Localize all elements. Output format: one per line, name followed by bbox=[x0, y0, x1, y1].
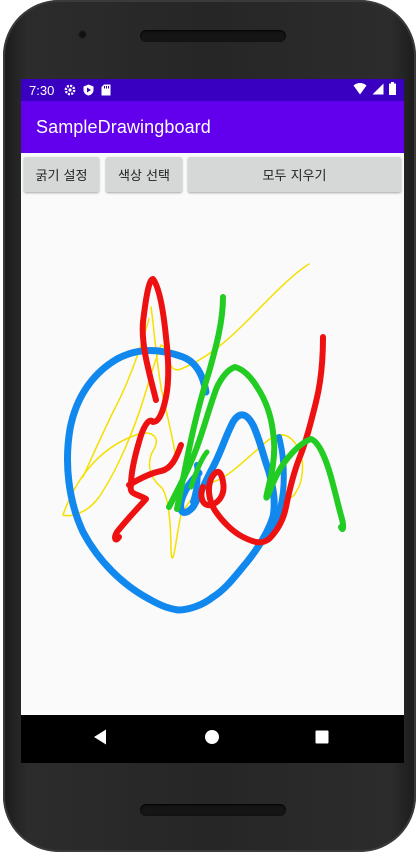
color-select-button[interactable]: 색상 선택 bbox=[106, 157, 182, 192]
front-camera bbox=[78, 30, 87, 39]
recents-button[interactable] bbox=[303, 715, 341, 763]
status-time: 7:30 bbox=[29, 82, 55, 98]
home-button[interactable] bbox=[193, 715, 231, 763]
blue-stroke bbox=[64, 347, 278, 614]
red-stroke bbox=[112, 276, 172, 543]
recents-icon bbox=[315, 730, 329, 749]
screen: 7:30 SampleDrawingboard 굵기 설정 색상 선택 모두 지… bbox=[21, 79, 404, 763]
wifi-icon bbox=[353, 82, 367, 98]
home-icon bbox=[204, 729, 220, 750]
status-bar: 7:30 bbox=[21, 79, 404, 101]
top-speaker bbox=[140, 30, 286, 42]
play-protect-icon bbox=[83, 84, 94, 96]
gear-icon bbox=[64, 84, 76, 96]
battery-icon bbox=[389, 82, 396, 98]
sd-card-icon bbox=[101, 84, 111, 96]
back-button[interactable] bbox=[81, 715, 119, 763]
app-title: SampleDrawingboard bbox=[36, 116, 211, 137]
drawing-canvas[interactable] bbox=[21, 197, 404, 715]
thickness-button[interactable]: 굵기 설정 bbox=[24, 157, 99, 192]
app-bar: SampleDrawingboard bbox=[21, 101, 404, 153]
navigation-bar bbox=[21, 715, 404, 763]
drawing-strokes bbox=[62, 263, 347, 614]
clear-all-button[interactable]: 모두 지우기 bbox=[188, 157, 401, 192]
bottom-speaker bbox=[140, 804, 286, 816]
signal-icon bbox=[372, 83, 384, 98]
yellow-stroke bbox=[82, 306, 177, 478]
back-icon bbox=[93, 729, 107, 750]
